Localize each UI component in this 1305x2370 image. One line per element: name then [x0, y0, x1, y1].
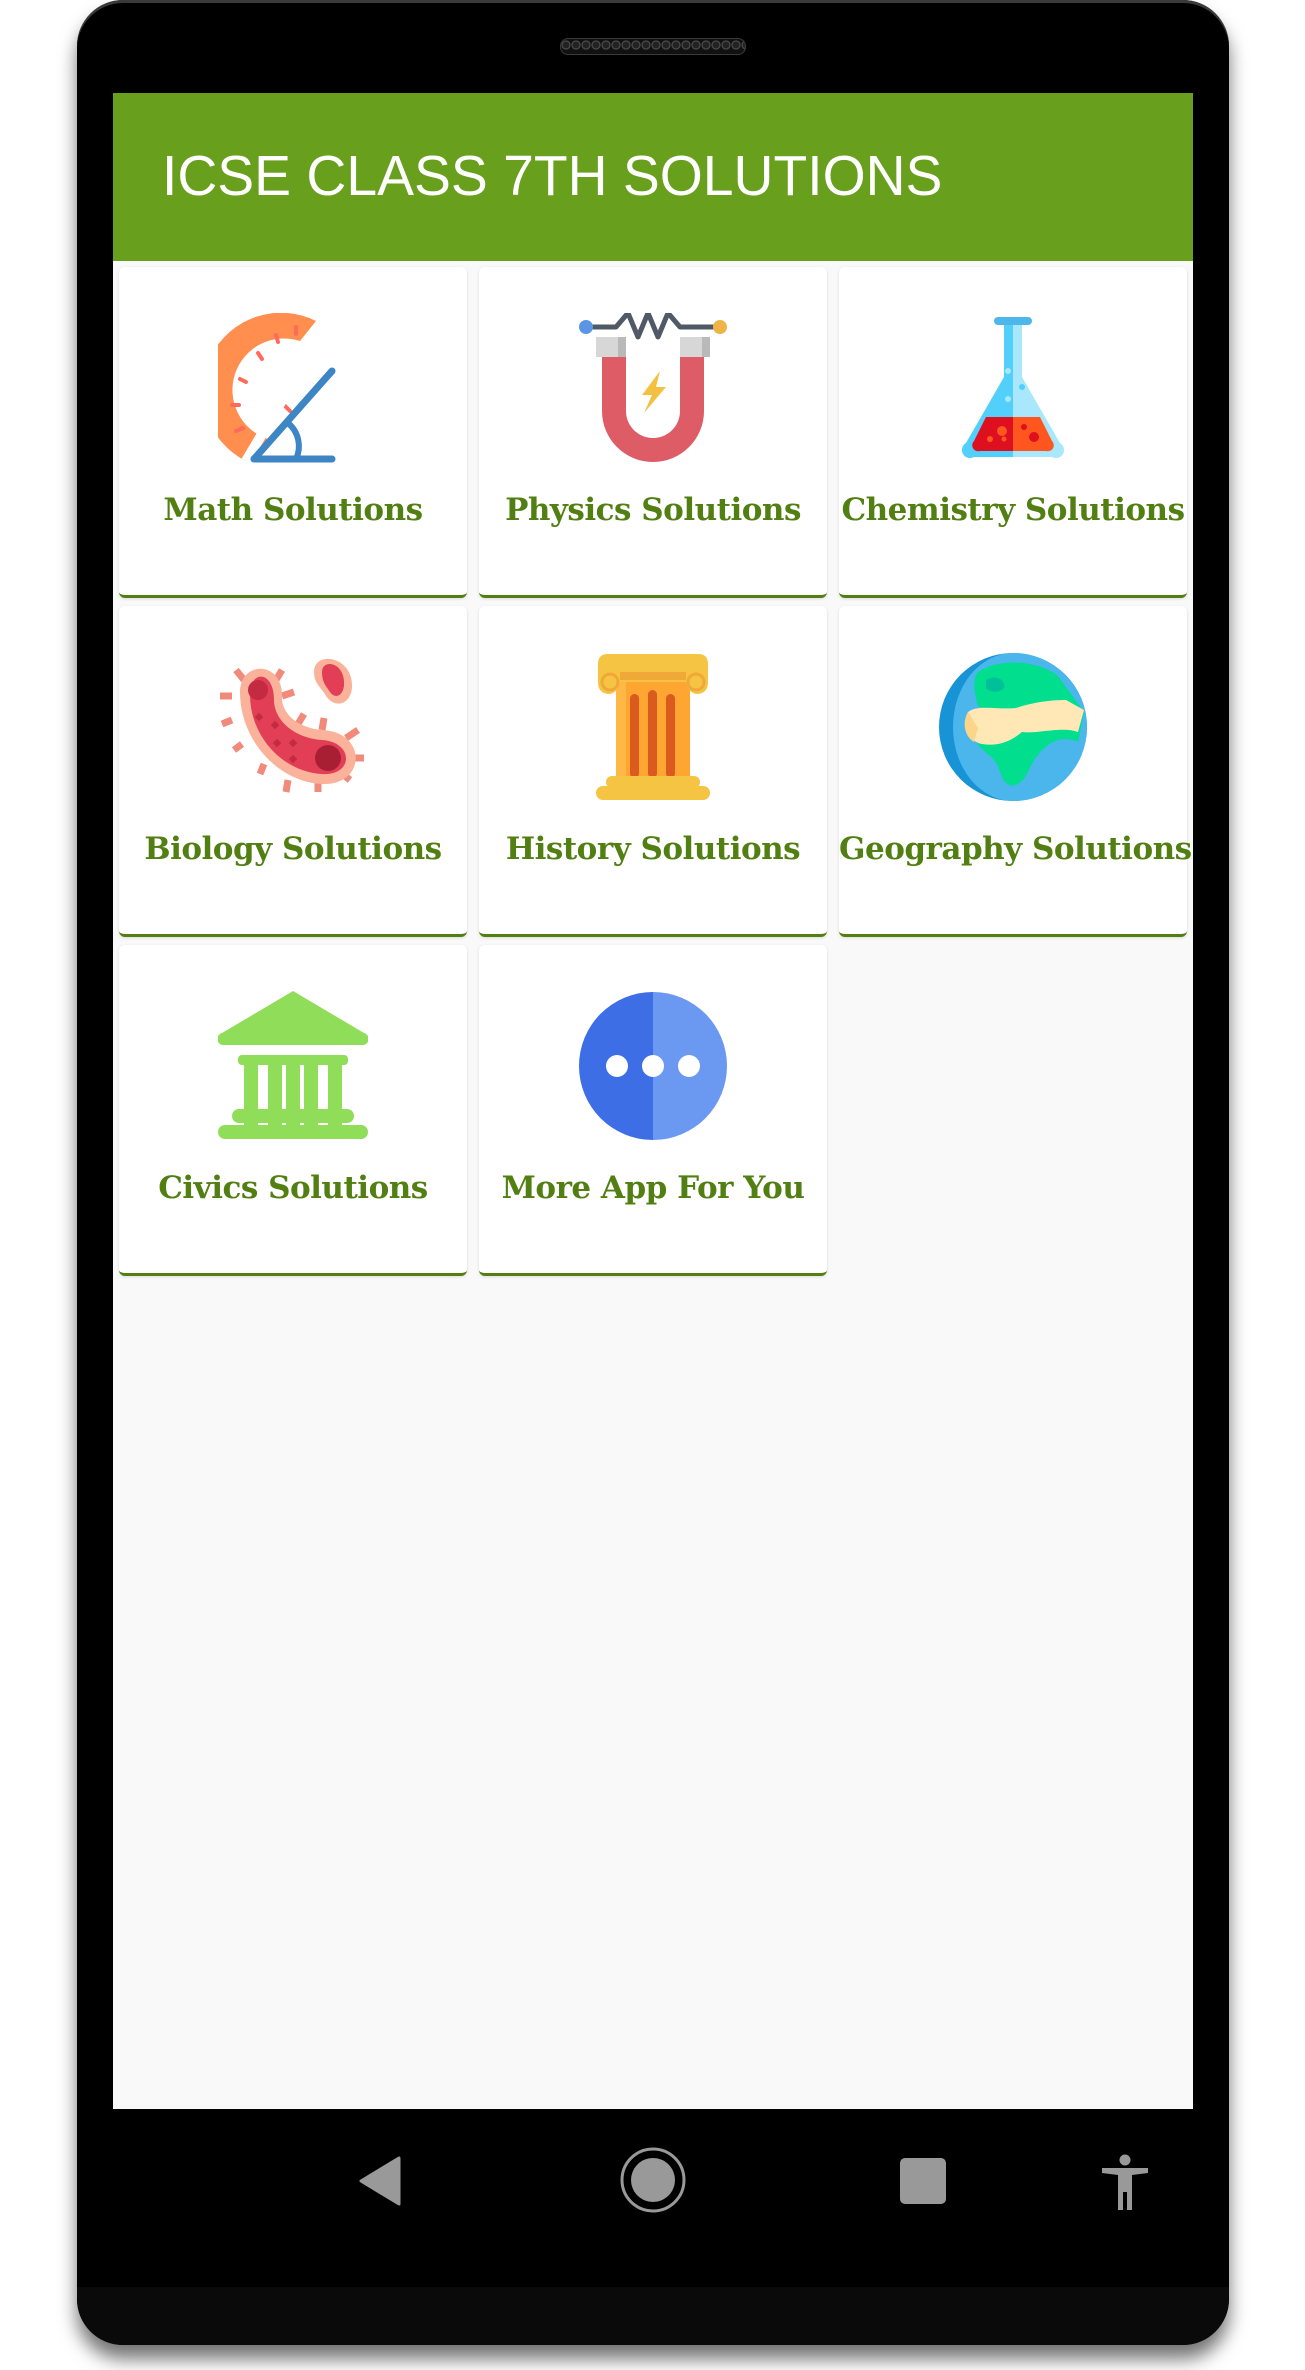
globe-icon [938, 652, 1088, 802]
card-math-solutions[interactable]: Math Solutions [119, 267, 467, 598]
phone-chin [77, 2287, 1229, 2345]
accessibility-icon [1102, 2154, 1148, 2210]
card-label: Biology Solutions [144, 831, 442, 867]
recents-square-icon [900, 2158, 946, 2204]
card-chemistry-solutions[interactable]: Chemistry Solutions [839, 267, 1187, 598]
speaker-grille [560, 38, 746, 55]
card-label: More App For You [501, 1170, 805, 1206]
accessibility-button[interactable] [1101, 2154, 1149, 2215]
card-label: Geography Solutions [839, 831, 1192, 867]
home-circle-icon [620, 2147, 686, 2213]
pillar-icon [578, 652, 728, 802]
magnet-icon [578, 313, 728, 463]
protractor-icon [218, 313, 368, 463]
card-geography-solutions[interactable]: Geography Solutions [839, 606, 1192, 937]
card-civics-solutions[interactable]: Civics Solutions [119, 945, 467, 1276]
card-label: History Solutions [505, 831, 801, 867]
card-more-apps[interactable]: More App For You [479, 945, 827, 1276]
app-screen: ICSE CLASS 7TH SOLUTIONS Math Solutions … [113, 93, 1193, 2109]
back-triangle-icon [359, 2156, 401, 2206]
card-label: Physics Solutions [505, 492, 801, 528]
home-button[interactable] [619, 2146, 687, 2219]
app-title: ICSE CLASS 7TH SOLUTIONS [162, 144, 943, 208]
bacteria-icon [218, 652, 368, 802]
more-dots-icon [578, 991, 728, 1141]
government-building-icon [218, 991, 368, 1141]
recents-button[interactable] [900, 2158, 946, 2209]
card-physics-solutions[interactable]: Physics Solutions [479, 267, 827, 598]
card-label: Chemistry Solutions [841, 492, 1185, 528]
back-button[interactable] [357, 2156, 403, 2211]
card-label: Math Solutions [163, 492, 423, 528]
flask-icon [938, 313, 1088, 463]
card-history-solutions[interactable]: History Solutions [479, 606, 827, 937]
app-bar: ICSE CLASS 7TH SOLUTIONS [113, 93, 1193, 261]
card-label: Civics Solutions [158, 1170, 428, 1206]
card-biology-solutions[interactable]: Biology Solutions [119, 606, 467, 937]
